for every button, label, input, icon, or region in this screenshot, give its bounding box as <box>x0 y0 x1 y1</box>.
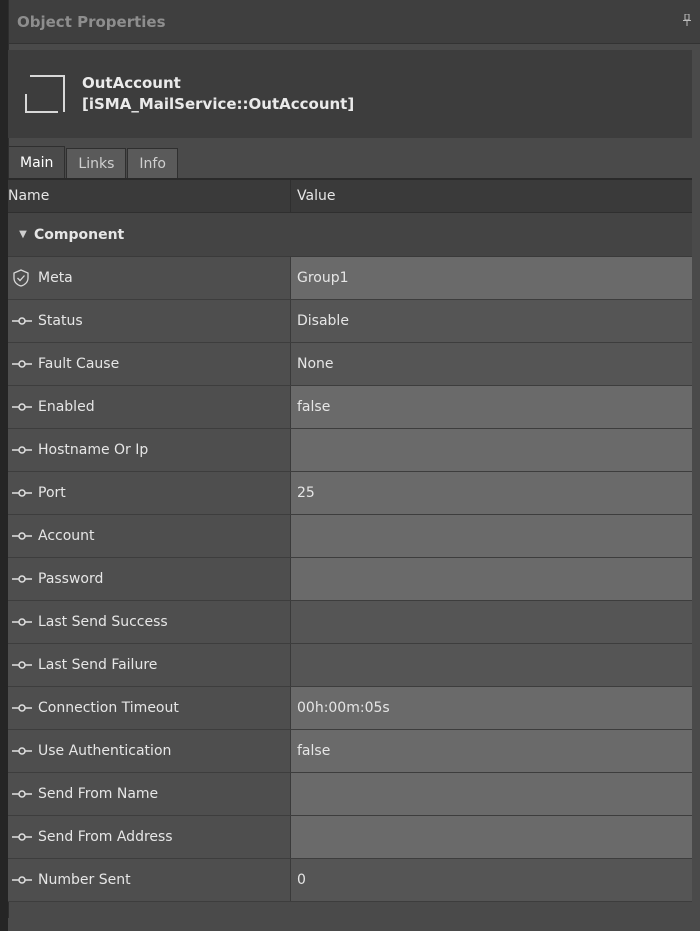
slot-link-icon <box>12 445 34 455</box>
property-row[interactable]: Account <box>8 515 692 558</box>
property-value[interactable] <box>291 558 692 600</box>
property-name-cell: Hostname Or Ip <box>8 429 291 471</box>
slot-link-icon <box>12 488 34 498</box>
property-name-cell: Last Send Failure <box>8 644 291 686</box>
property-name-cell: Send From Address <box>8 816 291 858</box>
property-name: Number Sent <box>38 872 131 888</box>
slot-link-icon <box>12 789 34 799</box>
slot-link-icon <box>12 703 34 713</box>
property-grid: Name Value ▼ Component Meta Group1 Status D… <box>8 178 692 902</box>
property-row[interactable]: Enabled false <box>8 386 692 429</box>
property-row[interactable]: Port 25 <box>8 472 692 515</box>
panel-empty-area <box>8 918 692 931</box>
shield-check-icon <box>12 269 34 287</box>
property-value[interactable] <box>291 816 692 858</box>
property-name-cell: Port <box>8 472 291 514</box>
property-value[interactable] <box>291 429 692 471</box>
property-name-cell: Fault Cause <box>8 343 291 385</box>
panel-title: Object Properties <box>17 12 166 31</box>
property-row[interactable]: Use Authentication false <box>8 730 692 773</box>
property-name: Password <box>38 571 104 587</box>
property-value: None <box>291 343 692 385</box>
property-name: Status <box>38 313 83 329</box>
property-value: Disable <box>291 300 692 342</box>
slot-link-icon <box>12 875 34 885</box>
tab-info[interactable]: Info <box>127 148 178 178</box>
column-header-name[interactable]: Name <box>8 180 291 212</box>
property-name: Last Send Success <box>38 614 168 630</box>
property-value: 0 <box>291 859 692 901</box>
property-name-cell: Connection Timeout <box>8 687 291 729</box>
property-name: Use Authentication <box>38 743 172 759</box>
property-name: Send From Address <box>38 829 173 845</box>
slot-link-icon <box>12 574 34 584</box>
property-name: Meta <box>38 270 73 286</box>
property-value[interactable]: 00h:00m:05s <box>291 687 692 729</box>
property-name-cell: Status <box>8 300 291 342</box>
property-value[interactable] <box>291 515 692 557</box>
slot-link-icon <box>12 660 34 670</box>
object-type: [iSMA_MailService::OutAccount] <box>82 95 355 113</box>
property-value <box>291 644 692 686</box>
property-value[interactable] <box>291 773 692 815</box>
property-value[interactable]: false <box>291 386 692 428</box>
property-value[interactable]: false <box>291 730 692 772</box>
slot-link-icon <box>12 402 34 412</box>
slot-link-icon <box>12 531 34 541</box>
property-row[interactable]: Connection Timeout 00h:00m:05s <box>8 687 692 730</box>
object-header: OutAccount [iSMA_MailService::OutAccount… <box>8 50 692 138</box>
slot-link-icon <box>12 617 34 627</box>
property-row[interactable]: Meta Group1 <box>8 257 692 300</box>
property-name-cell: Number Sent <box>8 859 291 901</box>
property-name: Send From Name <box>38 786 159 802</box>
property-row[interactable]: Hostname Or Ip <box>8 429 692 472</box>
slot-link-icon <box>12 746 34 756</box>
component-frame-icon <box>24 74 65 114</box>
property-name: Last Send Failure <box>38 657 158 673</box>
property-name-cell: Last Send Success <box>8 601 291 643</box>
property-name-cell: Use Authentication <box>8 730 291 772</box>
property-name: Enabled <box>38 399 95 415</box>
property-name: Fault Cause <box>38 356 120 372</box>
property-name: Account <box>38 528 95 544</box>
grid-header: Name Value <box>8 178 692 213</box>
column-header-value[interactable]: Value <box>291 180 692 212</box>
group-component[interactable]: ▼ Component <box>8 213 692 257</box>
property-row[interactable]: Status Disable <box>8 300 692 343</box>
property-name: Port <box>38 485 66 501</box>
property-value <box>291 601 692 643</box>
slot-link-icon <box>12 359 34 369</box>
property-name: Hostname Or Ip <box>38 442 149 458</box>
tab-main[interactable]: Main <box>8 146 66 178</box>
pin-icon[interactable] <box>682 13 692 29</box>
property-name-cell: Password <box>8 558 291 600</box>
property-row[interactable]: Number Sent 0 <box>8 859 692 902</box>
property-name-cell: Meta <box>8 257 291 299</box>
property-row[interactable]: Last Send Failure <box>8 644 692 687</box>
property-value[interactable]: 25 <box>291 472 692 514</box>
property-name-cell: Enabled <box>8 386 291 428</box>
property-value[interactable]: Group1 <box>291 257 692 299</box>
property-row[interactable]: Fault Cause None <box>8 343 692 386</box>
property-name-cell: Send From Name <box>8 773 291 815</box>
chevron-down-icon[interactable]: ▼ <box>12 229 34 240</box>
property-row[interactable]: Send From Address <box>8 816 692 859</box>
property-name-cell: Account <box>8 515 291 557</box>
tab-bar: Main Links Info <box>8 146 179 178</box>
property-row[interactable]: Password <box>8 558 692 601</box>
group-label: Component <box>34 226 125 243</box>
slot-link-icon <box>12 832 34 842</box>
slot-link-icon <box>12 316 34 326</box>
panel-titlebar: Object Properties <box>9 0 700 44</box>
property-row[interactable]: Send From Name <box>8 773 692 816</box>
property-row[interactable]: Last Send Success <box>8 601 692 644</box>
tab-links[interactable]: Links <box>66 148 127 178</box>
object-title: OutAccount [iSMA_MailService::OutAccount… <box>82 73 354 115</box>
object-name: OutAccount <box>82 74 181 92</box>
left-dock-strip <box>0 0 8 931</box>
property-name: Connection Timeout <box>38 700 179 716</box>
